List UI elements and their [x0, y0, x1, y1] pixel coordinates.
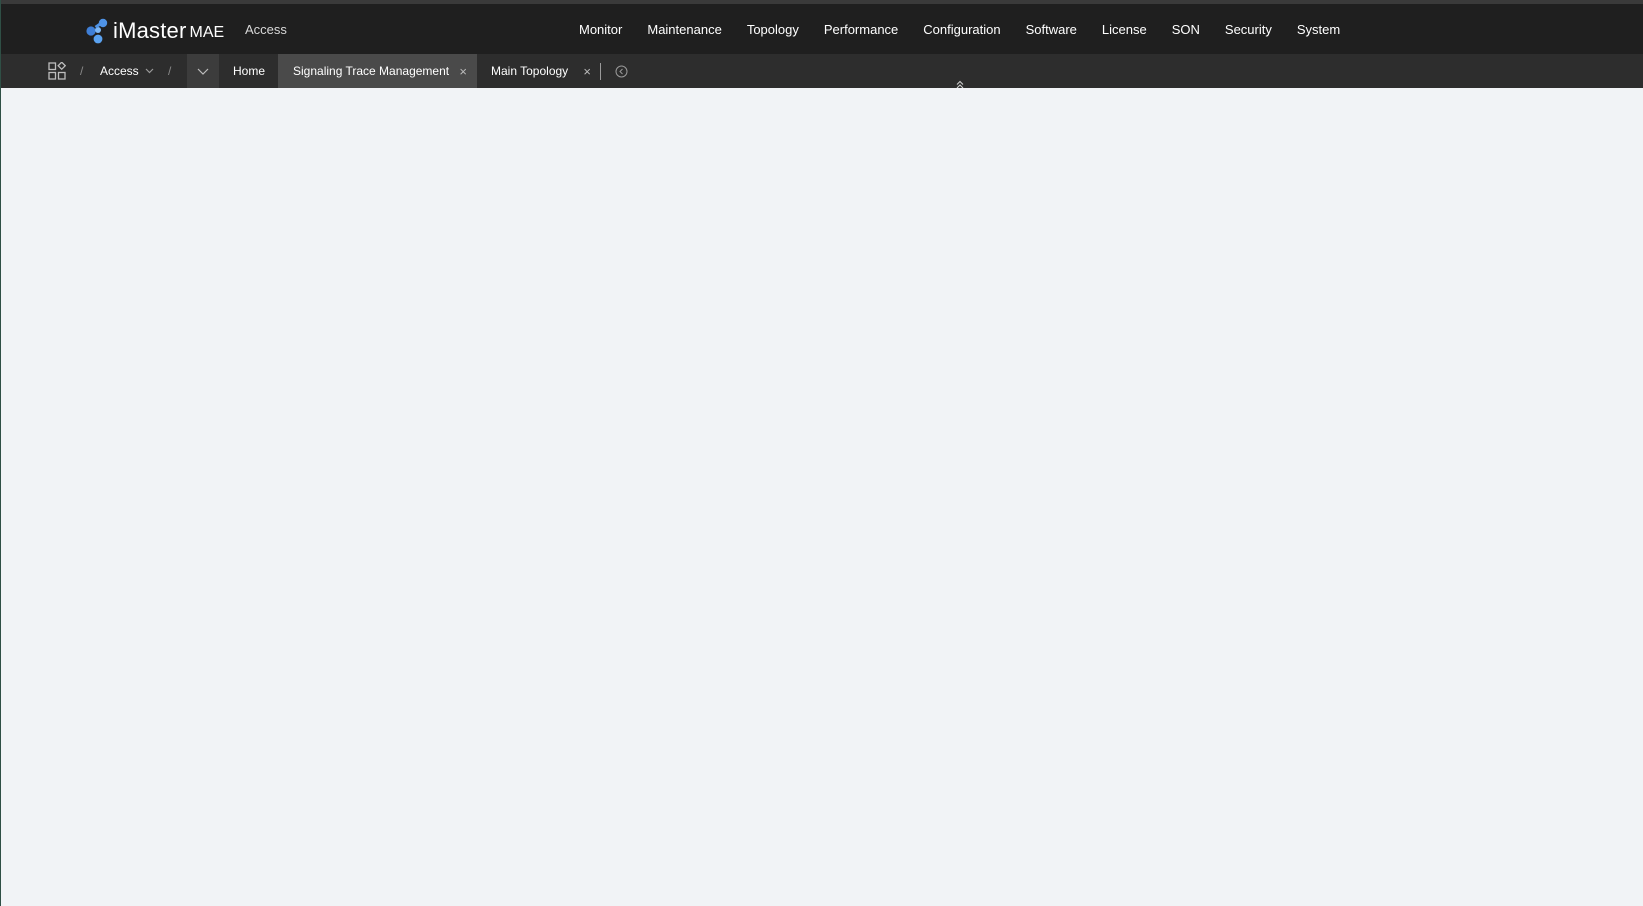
app-window: iMaster MAE Access Monitor Maintenance T… — [0, 0, 1643, 906]
access-dropdown-label: Access — [100, 64, 139, 78]
access-dropdown[interactable]: Access — [100, 54, 154, 88]
nav-system[interactable]: System — [1297, 22, 1340, 37]
chevron-down-icon — [197, 68, 209, 75]
nav-configuration[interactable]: Configuration — [923, 22, 1000, 37]
double-chevron-up-icon[interactable] — [954, 77, 966, 89]
brand-logo[interactable]: iMaster MAE — [83, 16, 224, 46]
nav-monitor[interactable]: Monitor — [579, 22, 622, 37]
nav-license[interactable]: License — [1102, 22, 1147, 37]
imaster-logo-icon — [86, 18, 108, 44]
main-nav: Monitor Maintenance Topology Performance… — [579, 4, 1365, 54]
breadcrumb-separator: / — [80, 64, 84, 78]
top-header: iMaster MAE Access Monitor Maintenance T… — [1, 0, 1643, 54]
nav-performance[interactable]: Performance — [824, 22, 898, 37]
nav-security[interactable]: Security — [1225, 22, 1272, 37]
main-content-area — [1, 88, 1643, 906]
nav-software[interactable]: Software — [1026, 22, 1077, 37]
brand-suffix: MAE — [189, 24, 225, 41]
tab-signaling-trace-management[interactable]: Signaling Trace Management × — [278, 54, 477, 88]
brand-name: iMaster — [113, 18, 187, 43]
tab-label: Main Topology — [491, 64, 569, 78]
breadcrumb-separator: / — [168, 64, 172, 78]
tab-bar: / Access / Home Signaling Trace Manageme… — [1, 54, 1643, 88]
close-icon[interactable]: × — [459, 64, 467, 79]
chevron-down-icon — [145, 66, 154, 77]
app-subtitle: Access — [245, 22, 287, 37]
close-icon[interactable]: × — [583, 64, 591, 79]
tab-label: Signaling Trace Management — [293, 64, 450, 78]
grid-apps-icon[interactable] — [46, 54, 68, 88]
nav-maintenance[interactable]: Maintenance — [647, 22, 721, 37]
nav-son[interactable]: SON — [1172, 22, 1200, 37]
circle-more-icon[interactable] — [613, 54, 629, 88]
tabs-dropdown-button[interactable] — [187, 54, 219, 88]
tab-home[interactable]: Home — [220, 54, 278, 88]
nav-topology[interactable]: Topology — [747, 22, 799, 37]
tab-main-topology[interactable]: Main Topology × — [477, 54, 601, 88]
tab-divider — [600, 63, 601, 80]
